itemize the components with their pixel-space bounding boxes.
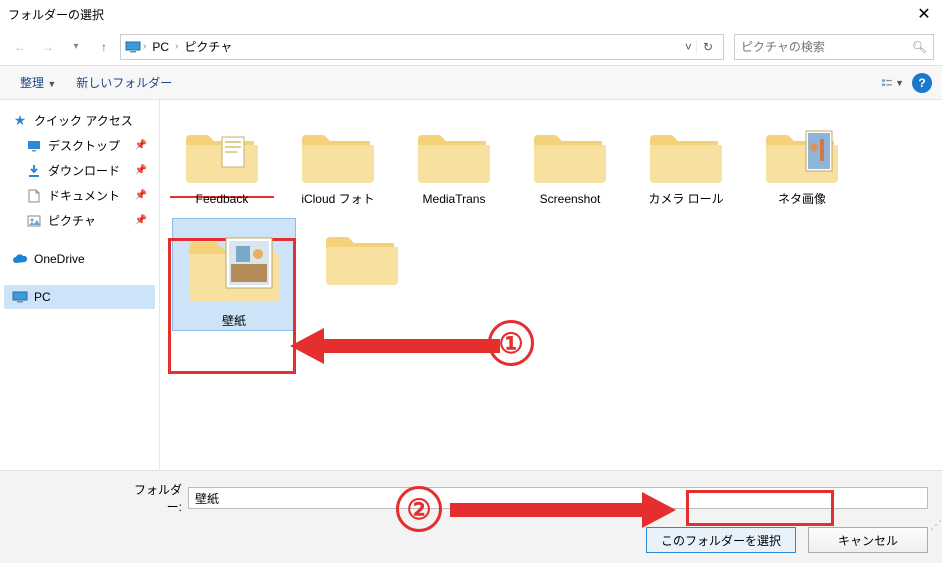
back-button[interactable]: ← — [8, 35, 32, 59]
search-box[interactable]: 🔍︎ — [734, 34, 934, 60]
pc-icon — [12, 289, 28, 305]
sidebar-quick-access[interactable]: ★ クイック アクセス — [4, 108, 155, 133]
sidebar-item-pictures[interactable]: ピクチャ 📌 — [4, 208, 155, 233]
folder-icloud[interactable]: iCloud フォト — [290, 118, 386, 206]
sidebar-item-downloads[interactable]: ダウンロード 📌 — [4, 158, 155, 183]
folder-label: Screenshot — [540, 192, 601, 206]
sidebar-item-label: PC — [34, 290, 147, 304]
chevron-down-icon: ▼ — [895, 78, 904, 88]
sidebar-item-label: ダウンロード — [48, 162, 129, 179]
sidebar-item-label: クイック アクセス — [34, 112, 147, 129]
chevron-right-icon: › — [173, 41, 180, 52]
pin-icon: 📌 — [135, 215, 147, 226]
breadcrumb-pictures[interactable]: ピクチャ — [180, 38, 236, 55]
address-bar[interactable]: › PC › ピクチャ ˅ ↻ — [120, 34, 724, 60]
folder-field-label: フォルダー: — [122, 481, 182, 515]
sidebar-item-onedrive[interactable]: OneDrive — [4, 247, 155, 271]
sidebar-item-documents[interactable]: ドキュメント 📌 — [4, 183, 155, 208]
folder-grid: Feedback iCloud フォト MediaTrans Screensho… — [160, 100, 942, 470]
forward-button[interactable]: → — [36, 35, 60, 59]
folder-mediatrans[interactable]: MediaTrans — [406, 118, 502, 206]
folder-label: Feedback — [196, 192, 249, 206]
pc-icon — [125, 39, 141, 55]
folder-kabe[interactable]: 壁紙 — [174, 220, 294, 328]
sidebar: ★ クイック アクセス デスクトップ 📌 ダウンロード 📌 ドキュメント 📌 ピ… — [0, 100, 160, 470]
sidebar-item-label: ドキュメント — [48, 187, 129, 204]
pin-icon: 📌 — [135, 165, 147, 176]
refresh-button[interactable]: ↻ — [696, 40, 719, 54]
folder-screenshot[interactable]: Screenshot — [522, 118, 618, 206]
sidebar-item-pc[interactable]: PC — [4, 285, 155, 309]
newfolder-button[interactable]: 新しいフォルダー — [66, 70, 182, 95]
sidebar-item-label: ピクチャ — [48, 212, 129, 229]
pin-icon: 📌 — [135, 140, 147, 151]
folder-label: カメラ ロール — [648, 192, 723, 206]
pictures-icon — [26, 213, 42, 229]
address-dropdown[interactable]: ˅ — [681, 40, 696, 54]
annotation-arrow-1 — [290, 328, 500, 364]
sidebar-item-label: OneDrive — [34, 252, 147, 266]
folder-label: MediaTrans — [423, 192, 486, 206]
folder-label: ネタ画像 — [778, 192, 826, 206]
close-button[interactable]: ✕ — [914, 4, 934, 24]
view-menu[interactable]: ▼ — [882, 72, 904, 94]
sidebar-item-label: デスクトップ — [48, 137, 129, 154]
search-icon: 🔍︎ — [912, 40, 927, 54]
sidebar-item-desktop[interactable]: デスクトップ 📌 — [4, 133, 155, 158]
up-button[interactable]: ↑ — [92, 35, 116, 59]
resize-grip[interactable]: ⋰ — [930, 521, 940, 529]
chevron-right-icon: › — [141, 41, 148, 52]
organize-label: 整理 — [20, 76, 44, 90]
star-icon: ★ — [12, 113, 28, 129]
folder-label — [360, 294, 363, 308]
folder-label: iCloud フォト — [301, 192, 374, 206]
chevron-down-icon: ▼ — [47, 79, 56, 89]
help-button[interactable]: ? — [912, 73, 932, 93]
pin-icon: 📌 — [135, 190, 147, 201]
recent-dropdown[interactable]: ▾ — [64, 35, 88, 59]
document-icon — [26, 188, 42, 204]
window-title: フォルダーの選択 — [8, 6, 914, 23]
folder-label: 壁紙 — [222, 314, 246, 328]
folder-hidden[interactable] — [314, 220, 410, 328]
desktop-icon — [26, 138, 42, 154]
search-input[interactable] — [741, 40, 912, 54]
folder-cameraroll[interactable]: カメラ ロール — [638, 118, 734, 206]
folder-field-input[interactable] — [188, 487, 928, 509]
folder-neta[interactable]: ネタ画像 — [754, 118, 850, 206]
download-icon — [26, 163, 42, 179]
folder-feedback[interactable]: Feedback — [174, 118, 270, 206]
breadcrumb-pc[interactable]: PC — [148, 40, 173, 54]
cloud-icon — [12, 251, 28, 267]
organize-menu[interactable]: 整理 ▼ — [10, 70, 66, 95]
